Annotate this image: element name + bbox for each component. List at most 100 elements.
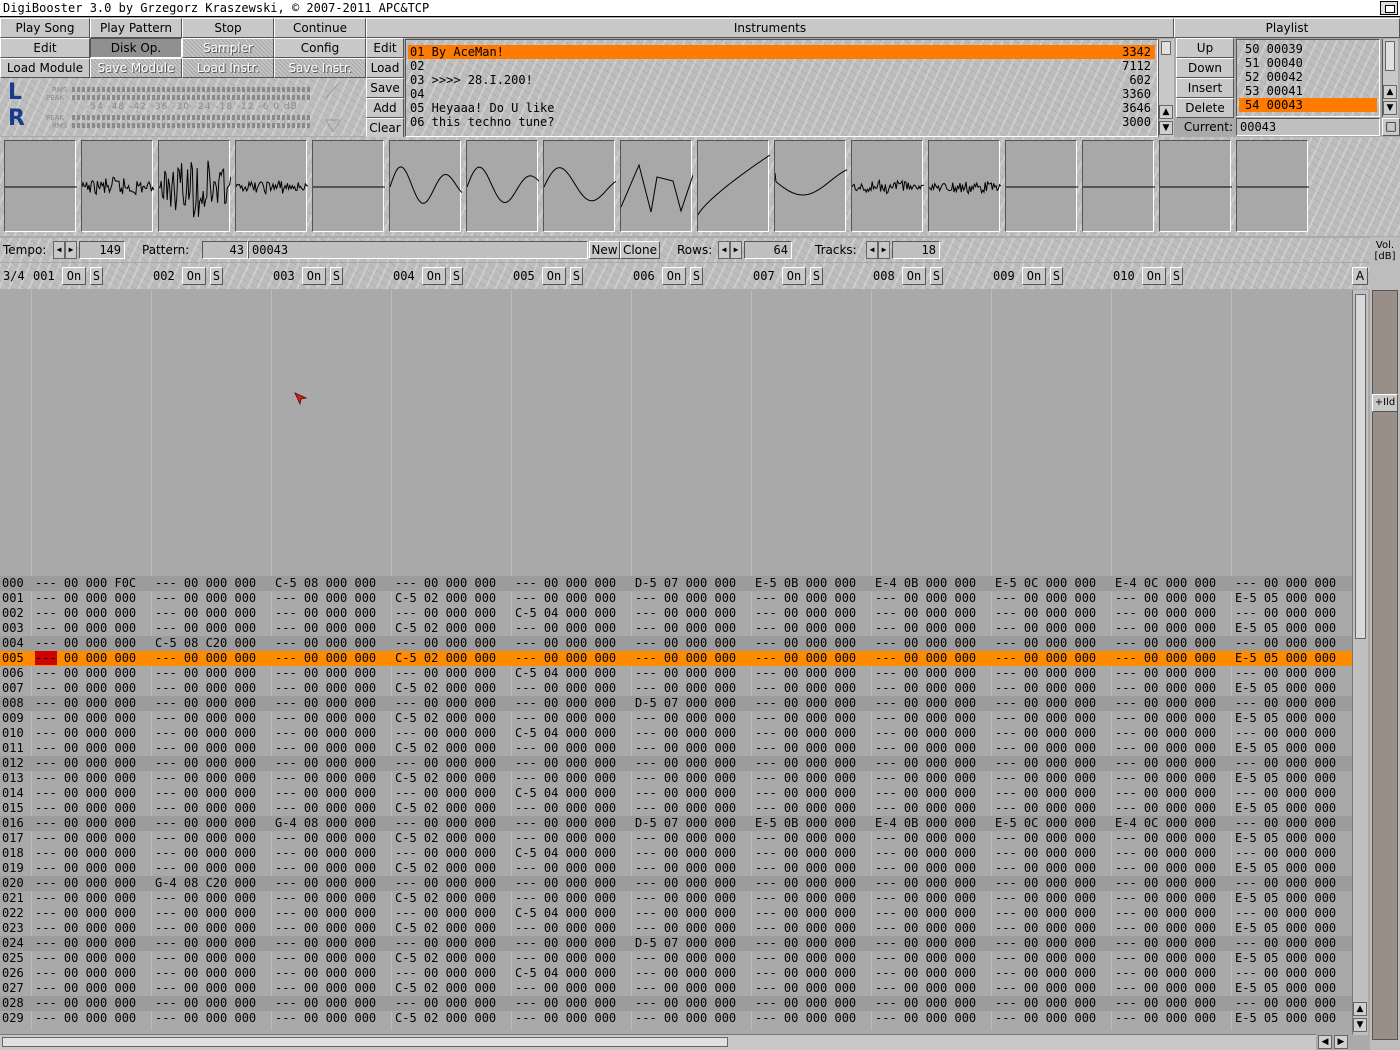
- pattern-cell[interactable]: C-5 02 000 000: [395, 1011, 496, 1026]
- pattern-cell[interactable]: --- 00 000 000: [755, 846, 856, 861]
- pattern-cell[interactable]: --- 00 000 000: [995, 696, 1096, 711]
- pattern-cell[interactable]: --- 00 000 000: [275, 756, 376, 771]
- pattern-cell[interactable]: --- 00 000 000: [635, 666, 736, 681]
- sampler-button[interactable]: Sampler: [182, 38, 274, 58]
- pattern-cell[interactable]: --- 00 000 000: [635, 966, 736, 981]
- pattern-cell[interactable]: --- 00 000 000: [995, 786, 1096, 801]
- pattern-cell[interactable]: --- 00 000 000: [635, 906, 736, 921]
- pattern-cell[interactable]: --- 00 000 000: [755, 876, 856, 891]
- pattern-cell[interactable]: C-5 04 000 000: [515, 666, 616, 681]
- pattern-cell[interactable]: --- 00 000 000: [755, 636, 856, 651]
- playlist-delete-button[interactable]: Delete: [1176, 98, 1234, 118]
- pattern-cell[interactable]: --- 00 000 000: [875, 636, 976, 651]
- pattern-cell[interactable]: --- 00 000 000: [1115, 696, 1216, 711]
- pattern-cell[interactable]: --- 00 000 000: [995, 906, 1096, 921]
- pattern-cell[interactable]: --- 00 000 000: [515, 651, 616, 666]
- pattern-cell[interactable]: --- 00 000 000: [155, 786, 256, 801]
- pattern-cell[interactable]: --- 00 000 000: [1235, 696, 1336, 711]
- pattern-cell[interactable]: --- 00 000 000: [875, 1011, 976, 1026]
- pattern-cell[interactable]: E-4 0B 000 000: [875, 576, 976, 591]
- pattern-cell[interactable]: --- 00 000 000: [275, 951, 376, 966]
- pattern-cell[interactable]: C-5 04 000 000: [515, 726, 616, 741]
- pattern-cell[interactable]: --- 00 000 000: [995, 606, 1096, 621]
- track-solo-toggle[interactable]: S: [90, 267, 103, 285]
- pattern-cell[interactable]: --- 00 000 000: [635, 591, 736, 606]
- pattern-cell[interactable]: --- 00 000 000: [155, 696, 256, 711]
- pattern-cell[interactable]: --- 00 000 000: [515, 981, 616, 996]
- pattern-cell[interactable]: --- 00 000 000: [275, 696, 376, 711]
- pattern-row[interactable]: 025 --- 00 000 000 --- 00 000 000 --- 00 00…: [0, 951, 1352, 966]
- pattern-vertical-scrollbar[interactable]: ▲ ▼: [1352, 290, 1368, 1035]
- pattern-cell[interactable]: --- 00 000 000: [35, 831, 136, 846]
- pattern-row[interactable]: 005 --- 00 000 000 --- 00 000 000 --- 00 00…: [0, 651, 1352, 666]
- waveform-thumbnail[interactable]: [4, 140, 77, 232]
- continue-button[interactable]: Continue: [274, 18, 366, 38]
- pattern-cell[interactable]: --- 00 000 000: [1115, 936, 1216, 951]
- pattern-cell[interactable]: --- 00 000 000: [515, 756, 616, 771]
- pattern-cell[interactable]: --- 00 000 000: [755, 651, 856, 666]
- pattern-cell[interactable]: E-5 05 000 000: [1235, 831, 1336, 846]
- pattern-cell[interactable]: --- 00 000 000: [1115, 606, 1216, 621]
- pattern-cell[interactable]: --- 00 000 000: [515, 621, 616, 636]
- pattern-row[interactable]: 018 --- 00 000 000 --- 00 000 000 --- 00 00…: [0, 846, 1352, 861]
- pattern-cell[interactable]: --- 00 000 000: [755, 741, 856, 756]
- pattern-cell[interactable]: --- 00 000 000: [1115, 741, 1216, 756]
- playlist-insert-button[interactable]: Insert: [1176, 78, 1234, 98]
- pattern-cell[interactable]: --- 00 000 000: [1115, 846, 1216, 861]
- pattern-cell[interactable]: --- 00 000 000: [35, 996, 136, 1011]
- pattern-cell[interactable]: --- 00 000 000: [995, 666, 1096, 681]
- pattern-cell[interactable]: E-5 05 000 000: [1235, 951, 1336, 966]
- pattern-cell[interactable]: --- 00 000 000: [35, 696, 136, 711]
- pattern-cell[interactable]: --- 00 000 000: [155, 981, 256, 996]
- pattern-cell[interactable]: --- 00 000 000: [275, 801, 376, 816]
- pattern-cell[interactable]: --- 00 000 000: [275, 846, 376, 861]
- track-solo-toggle[interactable]: S: [930, 267, 943, 285]
- track-on-toggle[interactable]: On: [542, 267, 566, 285]
- pattern-cell[interactable]: E-5 0C 000 000: [995, 576, 1096, 591]
- pattern-cell[interactable]: --- 00 000 000: [275, 876, 376, 891]
- pattern-cell[interactable]: --- 00 000 000: [1235, 876, 1336, 891]
- pattern-row[interactable]: 009 --- 00 000 000 --- 00 000 000 --- 00 00…: [0, 711, 1352, 726]
- rows-decrease-icon[interactable]: ◀: [718, 241, 730, 259]
- pattern-cell[interactable]: --- 00 000 000: [515, 816, 616, 831]
- pattern-cell[interactable]: C-5 02 000 000: [395, 891, 496, 906]
- pattern-row[interactable]: 004 --- 00 000 000 C-5 08 C20 000 --- 00 00…: [0, 636, 1352, 651]
- pattern-cell[interactable]: C-5 02 000 000: [395, 831, 496, 846]
- stop-button[interactable]: Stop: [182, 18, 274, 38]
- scroll-up-icon[interactable]: ▲: [1353, 1002, 1367, 1016]
- pattern-cell[interactable]: --- 00 000 000: [635, 651, 736, 666]
- pattern-cell[interactable]: --- 00 000 000: [35, 591, 136, 606]
- pattern-cell[interactable]: --- 00 000 000: [755, 756, 856, 771]
- waveform-thumbnail[interactable]: [235, 140, 308, 232]
- pattern-cell[interactable]: --- 00 000 000: [875, 831, 976, 846]
- pattern-cell[interactable]: --- 00 000 000: [755, 666, 856, 681]
- waveform-thumbnail[interactable]: [389, 140, 462, 232]
- pattern-cell[interactable]: --- 00 000 000: [995, 981, 1096, 996]
- pattern-cell[interactable]: --- 00 000 000: [275, 966, 376, 981]
- track-on-toggle[interactable]: On: [1022, 267, 1046, 285]
- pattern-cell[interactable]: --- 00 000 000: [875, 951, 976, 966]
- pattern-cell[interactable]: C-5 02 000 000: [395, 801, 496, 816]
- pattern-cell[interactable]: D-5 07 000 000: [635, 936, 736, 951]
- pattern-row[interactable]: 010 --- 00 000 000 --- 00 000 000 --- 00 00…: [0, 726, 1352, 741]
- pattern-cell[interactable]: --- 00 000 000: [995, 921, 1096, 936]
- pattern-cell[interactable]: --- 00 000 000: [275, 651, 376, 666]
- pattern-cell[interactable]: --- 00 000 000: [35, 741, 136, 756]
- pattern-cell[interactable]: E-5 05 000 000: [1235, 621, 1336, 636]
- pattern-cell[interactable]: --- 00 000 000: [275, 591, 376, 606]
- pattern-cell[interactable]: --- 00 000 000: [1115, 1011, 1216, 1026]
- pattern-cell[interactable]: --- 00 000 000: [395, 606, 496, 621]
- playlist-item[interactable]: 50 00039: [1239, 42, 1377, 56]
- pattern-cell[interactable]: --- 00 000 000: [395, 786, 496, 801]
- pattern-cell[interactable]: --- 00 000 000: [875, 981, 976, 996]
- pattern-cell[interactable]: --- 00 000 000: [155, 801, 256, 816]
- pattern-cell[interactable]: --- 00 000 000: [395, 816, 496, 831]
- track-solo-toggle[interactable]: S: [450, 267, 463, 285]
- rows-field[interactable]: 64: [744, 241, 792, 259]
- pattern-cell[interactable]: --- 00 000 000: [275, 666, 376, 681]
- pattern-cell[interactable]: --- 00 000 000: [1235, 906, 1336, 921]
- pattern-cell[interactable]: --- 00 000 000: [635, 861, 736, 876]
- playlist-list[interactable]: 50 00039 51 00040 52 00042 53 00041 54 0…: [1236, 39, 1380, 117]
- pattern-cell[interactable]: E-5 05 000 000: [1235, 711, 1336, 726]
- pattern-cell[interactable]: C-5 02 000 000: [395, 651, 496, 666]
